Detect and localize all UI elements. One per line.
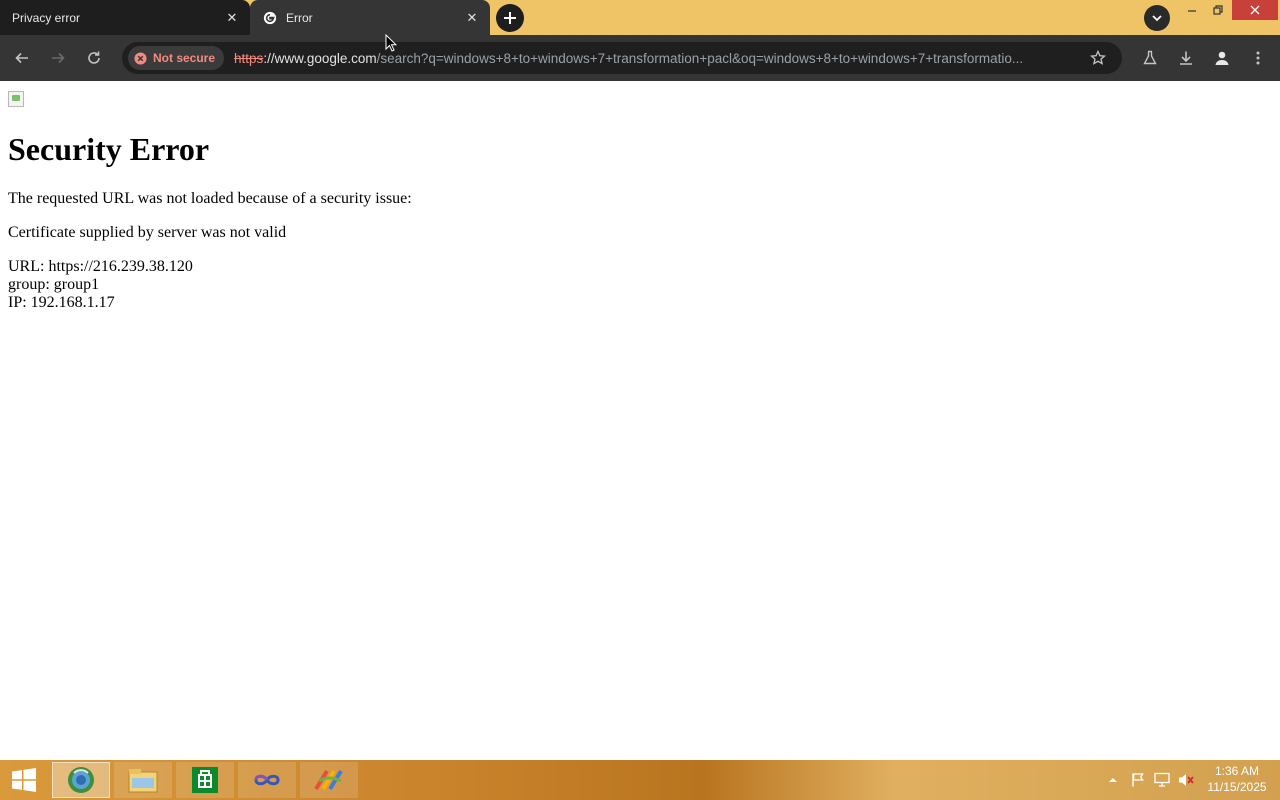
start-button[interactable] [8, 767, 40, 793]
mouse-cursor-icon [385, 34, 397, 52]
detail-ip: IP: 192.168.1.17 [8, 294, 115, 311]
taskbar-chrome[interactable] [52, 762, 110, 798]
minimize-button[interactable] [1180, 0, 1204, 20]
chevron-up-icon [1109, 778, 1117, 782]
flask-icon [1143, 50, 1157, 65]
detail-group: group: group1 [8, 276, 100, 293]
clock-time: 1:36 AM [1214, 764, 1260, 778]
browser-toolbar: Not secure https://www.google.com/search… [0, 35, 1280, 81]
error-reason: Certificate supplied by server was not v… [8, 224, 287, 241]
url-path: /search?q=windows+8+to+windows+7+transfo… [376, 50, 1024, 66]
url-text[interactable]: https://www.google.com/search?q=windows+… [234, 51, 1080, 66]
network-icon [1154, 772, 1170, 787]
new-tab-button[interactable] [496, 4, 524, 32]
taskbar-paint-app[interactable] [300, 762, 358, 798]
profile-button[interactable] [1209, 45, 1235, 71]
tab-title: Error [286, 10, 313, 25]
restore-icon [1213, 5, 1223, 15]
page-content: Security Error The requested URL was not… [0, 81, 1280, 760]
file-explorer-icon [128, 769, 158, 793]
minimize-icon [1188, 10, 1196, 12]
more-vert-icon [1256, 51, 1260, 65]
reload-icon [88, 51, 100, 64]
close-icon [1250, 5, 1260, 15]
error-message: The requested URL was not loaded because… [8, 190, 412, 207]
tab-privacy-error[interactable]: Privacy error ✕ [0, 0, 250, 35]
tab-error[interactable]: Error ✕ [250, 0, 490, 35]
detail-url: URL: https://216.239.38.120 [8, 258, 193, 275]
plus-icon [504, 12, 516, 24]
account-icon [1215, 51, 1229, 65]
taskbar: 1:36 AM 11/15/2025 [0, 760, 1280, 800]
arrow-right-icon [52, 52, 65, 64]
download-icon [1180, 51, 1192, 65]
store-icon [192, 767, 218, 793]
taskbar-file-explorer[interactable] [114, 762, 172, 798]
app-infinity-icon [254, 774, 280, 786]
error-details: URL: https://216.239.38.120 group: group… [8, 258, 193, 312]
address-bar[interactable]: Not secure https://www.google.com/search… [122, 42, 1122, 74]
volume-muted-icon [1179, 774, 1194, 786]
taskbar-clock[interactable]: 1:36 AM 11/15/2025 [1198, 763, 1276, 795]
downloads-button[interactable] [1173, 45, 1199, 71]
tab-title: Privacy error [12, 10, 81, 25]
google-icon [262, 10, 278, 26]
action-center-button[interactable] [1128, 770, 1148, 790]
url-host: ://www.google.com [263, 50, 377, 66]
security-chip-label: Not secure [153, 51, 216, 65]
url-scheme: https [234, 50, 264, 66]
star-icon [1090, 50, 1106, 65]
bookmark-button[interactable] [1086, 46, 1110, 70]
reload-button[interactable] [79, 43, 109, 73]
close-window-button[interactable] [1232, 0, 1278, 20]
close-tab-icon[interactable]: ✕ [220, 6, 244, 30]
chrome-icon [68, 767, 94, 793]
labs-button[interactable] [1137, 45, 1163, 71]
page-title: Security Error [8, 131, 210, 167]
back-button[interactable] [7, 43, 37, 73]
warning-circle-icon [134, 51, 147, 65]
taskbar-store[interactable] [176, 762, 234, 798]
show-hidden-icons-button[interactable] [1106, 770, 1120, 790]
forward-button[interactable] [43, 43, 73, 73]
network-button[interactable] [1151, 770, 1173, 790]
app-paint-icon [314, 769, 343, 791]
close-tab-icon[interactable]: ✕ [460, 6, 484, 30]
windows-logo-icon [12, 768, 36, 792]
broken-image-icon [8, 91, 24, 107]
taskbar-infinity-app[interactable] [238, 762, 296, 798]
menu-button[interactable] [1245, 45, 1271, 71]
chevron-down-icon [1152, 15, 1162, 22]
tab-search-button[interactable] [1144, 5, 1170, 31]
arrow-left-icon [15, 52, 28, 64]
clock-date: 11/15/2025 [1207, 780, 1267, 794]
security-chip[interactable]: Not secure [128, 46, 225, 70]
restore-button[interactable] [1206, 0, 1230, 20]
tab-strip: Privacy error ✕ Error ✕ [0, 0, 1280, 35]
flag-icon [1132, 773, 1144, 787]
volume-button[interactable] [1175, 770, 1197, 790]
